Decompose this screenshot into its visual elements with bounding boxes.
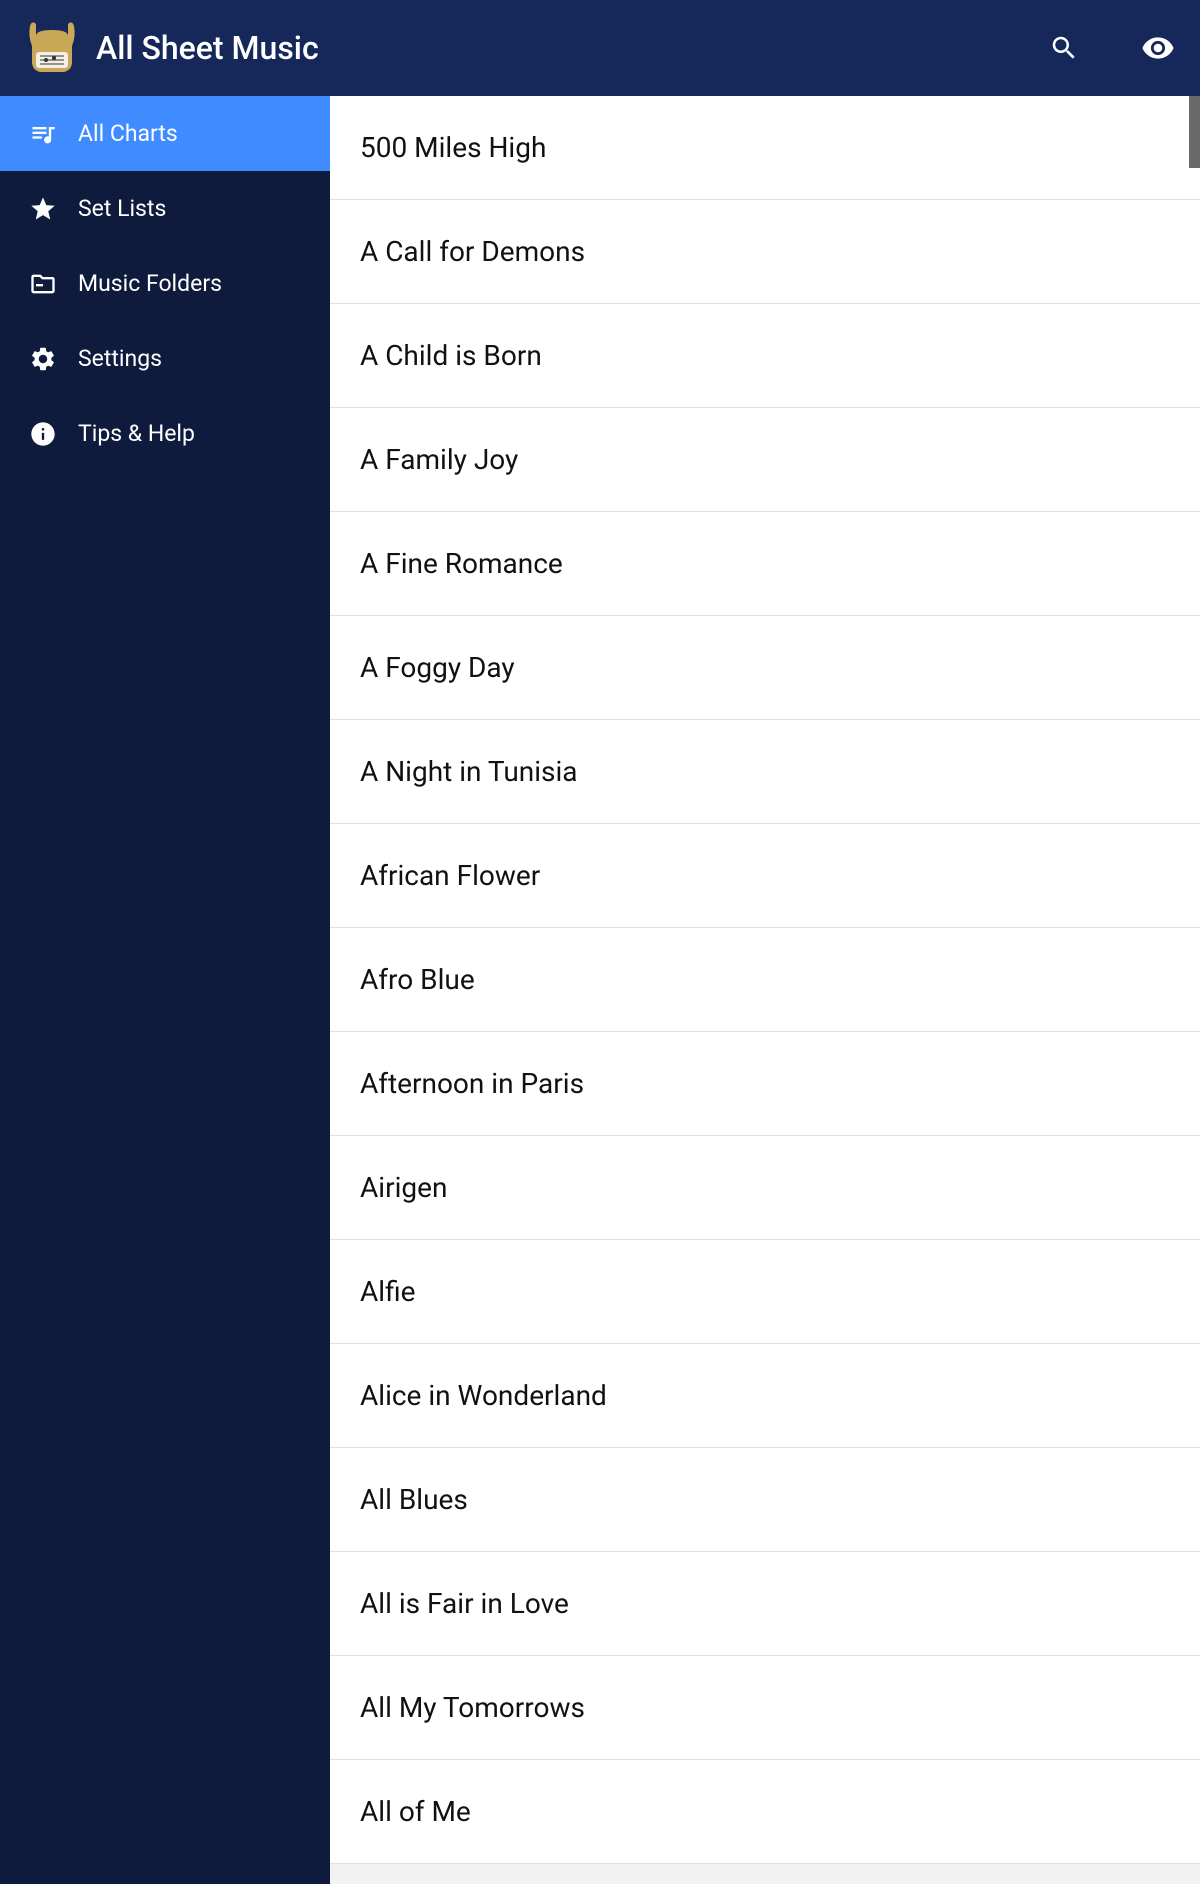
list-item[interactable]: A Night in Tunisia	[330, 720, 1200, 824]
sidebar-item-label: Music Folders	[78, 270, 222, 297]
list-item-label: A Night in Tunisia	[360, 755, 578, 788]
search-icon	[1049, 33, 1079, 63]
app-logo-icon	[20, 16, 84, 80]
list-item-label: A Family Joy	[360, 443, 518, 476]
sidebar-item-all-charts[interactable]: All Charts	[0, 96, 330, 171]
list-item-label: A Child is Born	[360, 339, 542, 372]
list-item[interactable]: A Fine Romance	[330, 512, 1200, 616]
list-item[interactable]: All Blues	[330, 1448, 1200, 1552]
app-title: All Sheet Music	[96, 29, 319, 67]
list-item-label: All of Me	[360, 1795, 471, 1828]
list-item-label: Airigen	[360, 1171, 447, 1204]
gear-icon	[28, 344, 58, 374]
list-item-label: All My Tomorrows	[360, 1691, 585, 1724]
list-item[interactable]: All My Tomorrows	[330, 1656, 1200, 1760]
list-item[interactable]: A Call for Demons	[330, 200, 1200, 304]
search-button[interactable]	[1042, 26, 1086, 70]
list-item-label: Alfie	[360, 1275, 415, 1308]
list-item-label: Afternoon in Paris	[360, 1067, 584, 1100]
list-item-label: Alice in Wonderland	[360, 1379, 607, 1412]
list-item[interactable]: All of Me	[330, 1760, 1200, 1864]
app-header: All Sheet Music	[0, 0, 1200, 96]
main-content: 500 Miles High A Call for Demons A Child i…	[330, 96, 1200, 1884]
scrollbar-thumb[interactable]	[1189, 96, 1200, 168]
list-item-label: All Blues	[360, 1483, 468, 1516]
eye-icon	[1141, 31, 1175, 65]
song-list: 500 Miles High A Call for Demons A Child i…	[330, 96, 1200, 1864]
sidebar-item-music-folders[interactable]: Music Folders	[0, 246, 330, 321]
star-icon	[28, 194, 58, 224]
visibility-button[interactable]	[1136, 26, 1180, 70]
list-item-label: African Flower	[360, 859, 540, 892]
list-item[interactable]: A Family Joy	[330, 408, 1200, 512]
list-item-label: 500 Miles High	[360, 131, 546, 164]
sidebar-item-settings[interactable]: Settings	[0, 321, 330, 396]
list-item[interactable]: All is Fair in Love	[330, 1552, 1200, 1656]
sidebar-item-label: Set Lists	[78, 195, 166, 222]
list-item-label: A Foggy Day	[360, 651, 515, 684]
list-item[interactable]: Alice in Wonderland	[330, 1344, 1200, 1448]
sidebar-item-set-lists[interactable]: Set Lists	[0, 171, 330, 246]
list-item[interactable]: A Child is Born	[330, 304, 1200, 408]
list-item-label: Afro Blue	[360, 963, 475, 996]
list-item-label: A Fine Romance	[360, 547, 563, 580]
info-icon	[28, 419, 58, 449]
sidebar-item-label: Settings	[78, 345, 162, 372]
list-item[interactable]: Airigen	[330, 1136, 1200, 1240]
sidebar-item-label: All Charts	[78, 120, 178, 147]
list-item[interactable]: A Foggy Day	[330, 616, 1200, 720]
sidebar-item-label: Tips & Help	[78, 420, 195, 447]
list-item[interactable]: Alfie	[330, 1240, 1200, 1344]
list-item[interactable]: Afro Blue	[330, 928, 1200, 1032]
list-item[interactable]: African Flower	[330, 824, 1200, 928]
list-item[interactable]: Afternoon in Paris	[330, 1032, 1200, 1136]
list-item-label: A Call for Demons	[360, 235, 585, 268]
list-item[interactable]: 500 Miles High	[330, 96, 1200, 200]
folder-icon	[28, 269, 58, 299]
list-item-label: All is Fair in Love	[360, 1587, 569, 1620]
sidebar-item-tips-help[interactable]: Tips & Help	[0, 396, 330, 471]
body: All Charts Set Lists Music Folders Setti…	[0, 96, 1200, 1884]
header-actions	[1042, 0, 1180, 96]
queue-music-icon	[28, 119, 58, 149]
sidebar: All Charts Set Lists Music Folders Setti…	[0, 96, 330, 1884]
